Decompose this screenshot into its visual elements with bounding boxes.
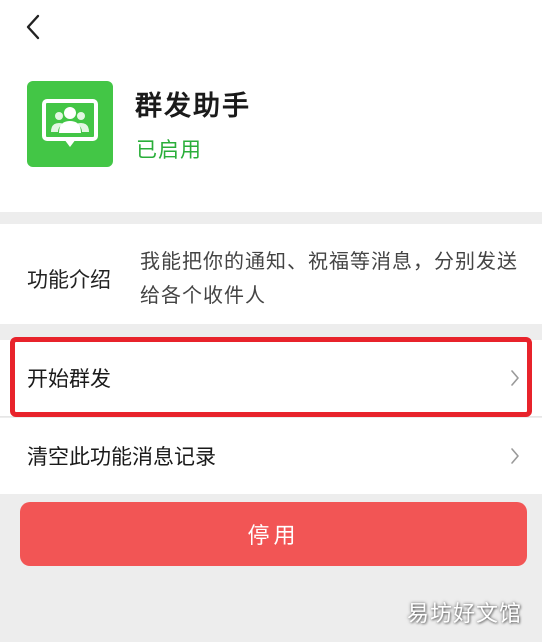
disable-button[interactable]: 停用 [20, 502, 527, 566]
start-broadcast-row[interactable]: 开始群发 [0, 340, 542, 416]
app-icon [27, 81, 113, 167]
intro-label: 功能介绍 [27, 268, 111, 292]
chevron-left-icon [26, 14, 40, 40]
divider [0, 416, 542, 417]
app-name: 群发助手 [135, 91, 251, 122]
chevron-right-icon [504, 367, 526, 389]
watermark: 易坊好文馆 [406, 602, 522, 627]
feature-intro: 功能介绍 我能把你的通知、祝福等消息，分别发送给各个收件人 [0, 224, 542, 324]
app-header: 群发助手 已启用 [0, 0, 542, 212]
row-label: 开始群发 [27, 367, 111, 391]
row-label: 清空此功能消息记录 [27, 445, 216, 469]
app-status: 已启用 [136, 138, 202, 162]
intro-text: 我能把你的通知、祝福等消息，分别发送给各个收件人 [140, 249, 518, 307]
clear-history-row[interactable]: 清空此功能消息记录 [0, 418, 542, 494]
back-button[interactable] [18, 12, 48, 42]
chevron-right-icon [504, 445, 526, 467]
group-chat-icon [42, 99, 98, 147]
